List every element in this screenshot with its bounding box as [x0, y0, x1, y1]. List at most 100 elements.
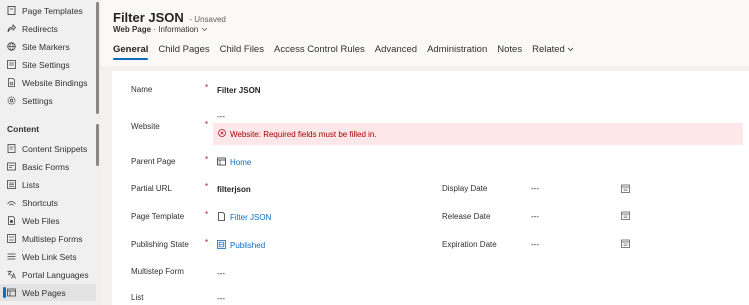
page-template-lookup[interactable]: Filter JSON — [217, 212, 271, 223]
web-page-icon — [7, 288, 16, 297]
sidebar-item-label: Site Settings — [22, 59, 70, 70]
calendar-icon[interactable] — [621, 239, 630, 248]
list-icon — [7, 180, 16, 189]
snippet-icon — [7, 144, 16, 153]
partial-url-label: Partial URL — [131, 184, 172, 193]
binding-icon — [7, 78, 16, 87]
name-field[interactable]: Filter JSON — [217, 86, 261, 95]
tab-child-files[interactable]: Child Files — [220, 44, 264, 55]
sidebar-item-label: Web Pages — [22, 287, 66, 298]
sidebar-item-label: Shortcuts — [22, 197, 58, 208]
tab-bar: General Child Pages Child Files Access C… — [113, 44, 574, 60]
page-template-icon — [217, 212, 226, 223]
sidebar: Page Templates Redirects Site Markers Si… — [0, 0, 101, 305]
required-marker: * — [205, 120, 209, 129]
parent-page-label: Parent Page — [131, 157, 176, 166]
sidebar-item-label: Basic Forms — [22, 161, 70, 172]
sidebar-item-content-snippets[interactable]: Content Snippets — [0, 140, 96, 157]
partial-url-field[interactable]: filterjson — [217, 185, 251, 194]
page-template-label: Page Template — [131, 212, 185, 221]
required-marker: * — [205, 155, 209, 164]
display-date-label: Display Date — [442, 184, 488, 193]
release-date-field[interactable]: --- — [531, 212, 539, 221]
required-marker: * — [205, 238, 209, 247]
sidebar-item-web-files[interactable]: Web Files — [0, 212, 96, 229]
multistep-form-field[interactable]: --- — [217, 269, 225, 278]
sidebar-item-lists[interactable]: Lists — [0, 176, 96, 193]
website-field[interactable]: --- — [217, 112, 225, 121]
sidebar-item-site-markers[interactable]: Site Markers — [0, 38, 96, 55]
required-marker: * — [205, 182, 209, 191]
language-icon — [7, 270, 16, 279]
parent-page-value[interactable]: Home — [230, 158, 251, 167]
sidebar-item-label: Website Bindings — [22, 77, 88, 88]
sidebar-item-web-pages[interactable]: Web Pages — [0, 284, 96, 301]
tab-administration[interactable]: Administration — [427, 44, 487, 55]
record-header: Filter JSON - Unsaved Web Page · Informa… — [101, 0, 749, 66]
multistep-form-label: Multistep Form — [131, 267, 184, 276]
sidebar-item-label: Lists — [22, 179, 40, 190]
chevron-down-icon[interactable] — [201, 25, 208, 34]
tab-notes[interactable]: Notes — [497, 44, 522, 55]
sidebar-item-settings[interactable]: Settings — [0, 92, 96, 109]
publishing-state-icon — [217, 240, 226, 251]
tab-related[interactable]: Related — [532, 44, 574, 55]
entity-form-selector: Web Page · Information — [113, 25, 208, 34]
chevron-down-icon[interactable] — [567, 44, 574, 55]
settings-list-icon — [7, 60, 16, 69]
link-set-icon — [7, 252, 16, 261]
website-label: Website — [131, 122, 160, 131]
required-marker: * — [205, 83, 209, 92]
expiration-date-field[interactable]: --- — [531, 240, 539, 249]
save-status: - Unsaved — [189, 15, 226, 24]
sidebar-item-website-bindings[interactable]: Website Bindings — [0, 74, 96, 91]
sidebar-item-shortcuts[interactable]: Shortcuts — [0, 194, 96, 211]
sidebar-item-label: Site Markers — [22, 41, 70, 52]
publishing-state-value[interactable]: Published — [230, 241, 265, 250]
sidebar-item-label: Page Templates — [22, 5, 83, 16]
entity-name: Web Page — [113, 25, 152, 34]
tab-access-control-rules[interactable]: Access Control Rules — [274, 44, 365, 55]
sidebar-item-page-templates[interactable]: Page Templates — [0, 2, 96, 19]
gear-icon — [7, 96, 16, 105]
required-marker: * — [205, 210, 209, 219]
sidebar-item-site-settings[interactable]: Site Settings — [0, 56, 96, 73]
sidebar-item-label: Portal Languages — [22, 269, 89, 280]
separator-dot: · — [153, 25, 156, 34]
form-name[interactable]: Information — [158, 25, 198, 34]
redirect-icon — [7, 24, 16, 33]
sidebar-item-label: Content Snippets — [22, 143, 88, 154]
multistep-icon — [7, 234, 16, 243]
tab-child-pages[interactable]: Child Pages — [158, 44, 209, 55]
sidebar-item-multistep-forms[interactable]: Multistep Forms — [0, 230, 96, 247]
calendar-icon[interactable] — [621, 184, 630, 193]
display-date-field[interactable]: --- — [531, 184, 539, 193]
page-template-value[interactable]: Filter JSON — [230, 213, 271, 222]
shortcut-icon — [7, 198, 16, 207]
sidebar-item-portal-languages[interactable]: Portal Languages — [0, 266, 96, 283]
globe-icon — [7, 42, 16, 51]
sidebar-scrollbar-lower[interactable] — [96, 124, 99, 166]
error-icon — [218, 129, 226, 139]
sidebar-scrollbar[interactable] — [96, 2, 99, 114]
publishing-state-label: Publishing State — [131, 240, 189, 249]
sidebar-item-label: Settings — [22, 95, 53, 106]
calendar-icon[interactable] — [621, 211, 630, 220]
tab-advanced[interactable]: Advanced — [375, 44, 417, 55]
sidebar-item-redirects[interactable]: Redirects — [0, 20, 96, 37]
list-field[interactable]: --- — [217, 294, 225, 303]
form-selector[interactable]: Information — [158, 25, 207, 34]
release-date-label: Release Date — [442, 212, 491, 221]
tab-related-label[interactable]: Related — [532, 44, 565, 55]
sidebar-item-label: Multistep Forms — [22, 233, 83, 244]
publishing-state-lookup[interactable]: Published — [217, 240, 265, 251]
sidebar-item-basic-forms[interactable]: Basic Forms — [0, 158, 96, 175]
sidebar-item-web-link-sets[interactable]: Web Link Sets — [0, 248, 96, 265]
general-form-section: Name * Filter JSON Website * --- Website… — [112, 71, 749, 305]
sidebar-item-label: Web Files — [22, 215, 60, 226]
web-page-icon — [217, 157, 226, 168]
tab-general[interactable]: General — [113, 44, 149, 60]
parent-page-lookup[interactable]: Home — [217, 157, 251, 168]
sidebar-item-label: Web Link Sets — [22, 251, 77, 262]
name-label: Name — [131, 85, 153, 94]
